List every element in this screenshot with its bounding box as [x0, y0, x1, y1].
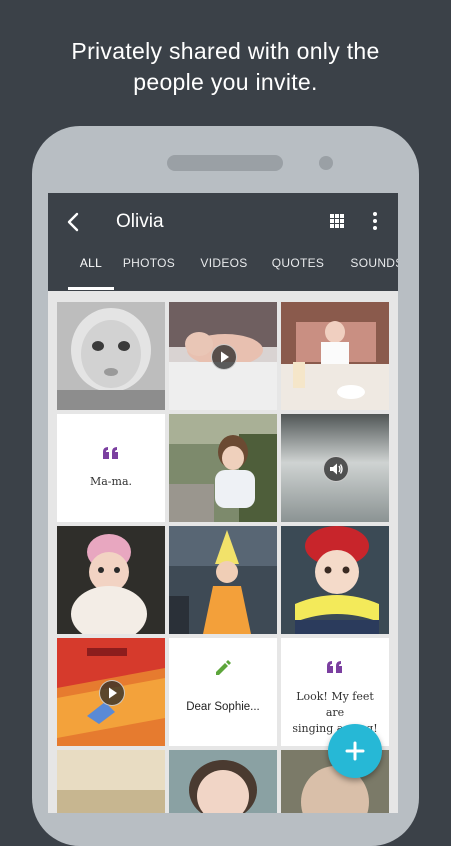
play-button[interactable] — [211, 344, 237, 370]
sound-button[interactable] — [323, 456, 349, 482]
photo-tile-red-hat-girl[interactable] — [281, 526, 389, 634]
active-tab-indicator — [68, 287, 114, 290]
add-button[interactable] — [328, 724, 382, 778]
arrow-back-icon[interactable] — [62, 210, 86, 234]
tab-quotes[interactable]: QUOTES — [271, 249, 325, 291]
volume-icon — [330, 463, 343, 475]
pink-hat-baby-photo — [57, 526, 165, 634]
quote-tile-mama[interactable]: Ma-ma. — [57, 414, 165, 522]
quote-text: Ma-ma. — [89, 475, 133, 488]
sound-tile[interactable] — [281, 414, 389, 522]
beach-photo — [57, 750, 165, 813]
play-icon — [221, 351, 229, 363]
grid-view-icon[interactable] — [327, 211, 347, 231]
tab-bar: ALL PHOTOS VIDEOS QUOTES SOUNDS — [48, 249, 398, 291]
pencil-icon — [216, 660, 231, 675]
phone-speaker — [167, 155, 283, 171]
photo-tile-baby-table[interactable] — [281, 302, 389, 410]
play-button[interactable] — [99, 680, 125, 706]
quote-line-1: Look! My feet are — [296, 690, 374, 719]
note-text: Dear Sophie... — [186, 701, 260, 713]
video-tile-sleeping-baby[interactable] — [169, 302, 277, 410]
girl-on-bench-photo — [169, 414, 277, 522]
headline-line-1: Privately shared with only the — [71, 38, 380, 64]
photo-tile-beach[interactable] — [57, 750, 165, 813]
quote-icon — [103, 447, 118, 459]
app-bar: Olivia ALL PHOTOS VIDEOS QUOTES SOUNDS — [48, 193, 398, 291]
tab-all[interactable]: ALL — [68, 249, 114, 291]
photo-tile-girl-bench[interactable] — [169, 414, 277, 522]
photo-tile-girl-face[interactable] — [169, 750, 277, 813]
baby-portrait-photo — [57, 302, 165, 410]
quote-icon — [327, 661, 342, 673]
headline-line-2: people you invite. — [133, 69, 318, 95]
more-vert-icon[interactable] — [365, 210, 385, 232]
costume-girl-photo — [169, 526, 277, 634]
girl-face-photo — [169, 750, 277, 813]
red-hat-girl-photo — [281, 526, 389, 634]
play-icon — [109, 687, 117, 699]
promo-headline: Privately shared with only the people yo… — [0, 36, 451, 98]
photo-tile-bw-baby[interactable] — [57, 302, 165, 410]
photo-tile-pink-hat-baby[interactable] — [57, 526, 165, 634]
phone-camera — [319, 156, 333, 170]
plus-icon — [345, 741, 365, 761]
page-title: Olivia — [116, 211, 164, 232]
video-tile-slide[interactable] — [57, 638, 165, 746]
tab-sounds[interactable]: SOUNDS — [350, 249, 398, 291]
note-tile-dear-sophie[interactable]: Dear Sophie... — [169, 638, 277, 746]
app-screen: Olivia ALL PHOTOS VIDEOS QUOTES SOUNDS — [48, 193, 398, 813]
baby-at-table-photo — [281, 302, 389, 410]
photo-tile-costume-girl[interactable] — [169, 526, 277, 634]
tab-photos[interactable]: PHOTOS — [122, 249, 176, 291]
tab-videos[interactable]: VIDEOS — [198, 249, 250, 291]
